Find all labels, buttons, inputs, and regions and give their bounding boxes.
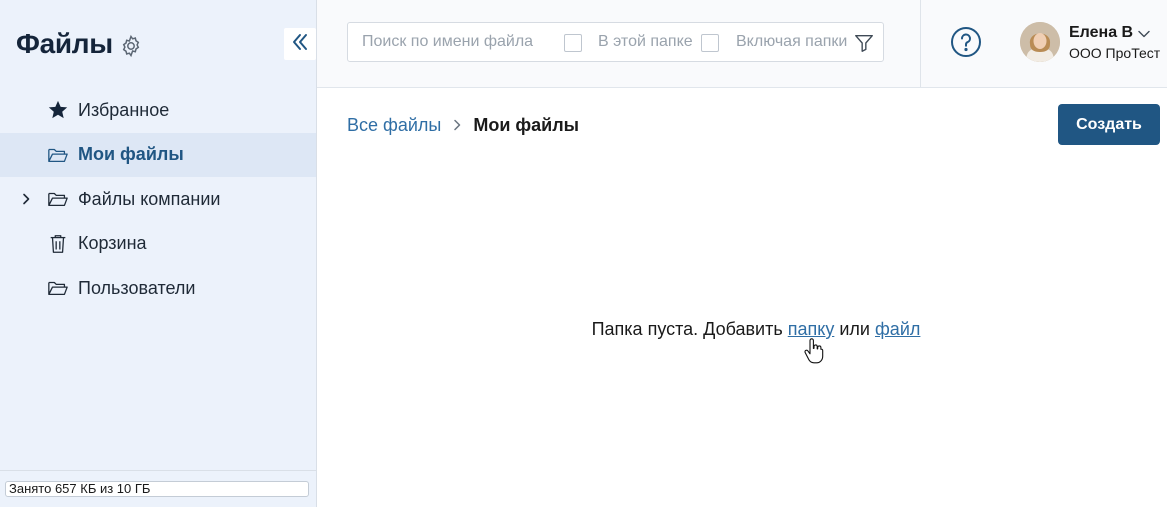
main-content: Все файлы Мои файлы Создать Папка пуста.…	[317, 88, 1167, 507]
chevron-right-icon[interactable]	[18, 191, 34, 207]
folder-open-icon	[47, 144, 69, 166]
chevron-down-icon	[1137, 27, 1151, 39]
help-icon[interactable]	[950, 26, 982, 58]
user-name: Елена В	[1069, 24, 1134, 41]
app-title: Файлы	[16, 28, 113, 59]
sidebar-header: Файлы	[0, 0, 316, 88]
create-button[interactable]: Создать	[1058, 104, 1160, 145]
sidebar-item-company-files[interactable]: Файлы компании	[0, 177, 316, 222]
topbar-divider	[920, 0, 921, 87]
sidebar-item-label: Мои файлы	[78, 144, 184, 165]
chevron-right-icon	[451, 119, 463, 131]
sidebar-item-label: Файлы компании	[78, 188, 221, 209]
top-bar: В этой папке Включая папки Елена В ООО П…	[317, 0, 1167, 88]
breadcrumb-current: Мои файлы	[473, 114, 580, 135]
add-file-link[interactable]: файл	[875, 319, 920, 339]
empty-state-or: или	[839, 319, 870, 339]
sidebar: Файлы Избранное Мои файлы Файлы компании…	[0, 0, 317, 507]
breadcrumb: Все файлы Мои файлы	[347, 114, 579, 136]
filter-icon[interactable]	[853, 32, 875, 54]
folder-open-icon	[47, 277, 69, 299]
breadcrumb-root-link[interactable]: Все файлы	[347, 115, 441, 136]
empty-state: Папка пуста. Добавить папку или файл	[317, 319, 1167, 340]
hand-cursor-icon	[804, 338, 824, 364]
double-chevron-left-icon	[290, 32, 310, 57]
avatar	[1020, 22, 1060, 62]
search-input[interactable]	[362, 23, 552, 61]
collapse-sidebar-button[interactable]	[284, 28, 316, 60]
in-this-folder-checkbox[interactable]	[564, 34, 582, 52]
folder-open-icon	[47, 188, 69, 210]
star-icon	[47, 99, 69, 121]
include-folders-checkbox[interactable]	[701, 34, 719, 52]
sidebar-item-trash[interactable]: Корзина	[0, 222, 316, 267]
sidebar-item-users[interactable]: Пользователи	[0, 266, 316, 311]
gear-icon[interactable]	[119, 34, 143, 58]
include-folders-label: Включая папки	[736, 33, 848, 50]
user-organization: ООО ПроТест	[1069, 45, 1161, 61]
in-this-folder-label: В этой папке	[598, 33, 693, 50]
empty-state-text: Папка пуста. Добавить	[591, 319, 783, 339]
sidebar-item-label: Избранное	[78, 99, 170, 120]
user-menu[interactable]: Елена В ООО ПроТест	[1020, 22, 1167, 64]
storage-usage-bar: Занято 657 КБ из 10 ГБ	[5, 481, 309, 497]
storage-usage-text: Занято 657 КБ из 10 ГБ	[9, 481, 151, 496]
search-box: В этой папке Включая папки	[347, 22, 884, 62]
sidebar-item-my-files[interactable]: Мои файлы	[0, 132, 316, 177]
storage-footer: Занято 657 КБ из 10 ГБ	[0, 470, 316, 507]
sidebar-item-label: Пользователи	[78, 277, 196, 298]
sidebar-item-label: Корзина	[78, 233, 147, 254]
add-folder-link[interactable]: папку	[788, 319, 835, 339]
sidebar-item-favorites[interactable]: Избранное	[0, 88, 316, 133]
sidebar-nav: Избранное Мои файлы Файлы компании Корзи…	[0, 88, 316, 311]
trash-icon	[47, 233, 69, 255]
